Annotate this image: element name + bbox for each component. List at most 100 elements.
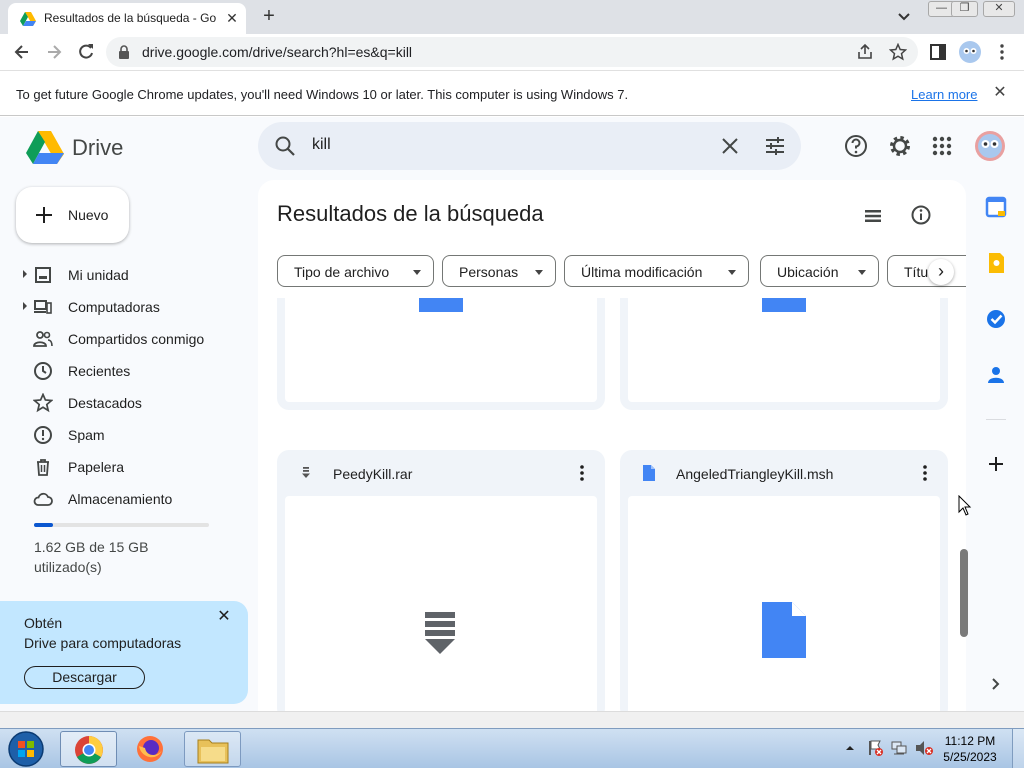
file-card[interactable]	[277, 298, 605, 410]
folder-icon	[197, 739, 229, 764]
network-icon[interactable]	[890, 739, 908, 757]
new-tab-button[interactable]: +	[258, 6, 280, 28]
help-icon[interactable]	[843, 133, 869, 159]
clock-icon	[34, 362, 52, 380]
lock-icon	[119, 45, 129, 59]
file-preview	[285, 496, 597, 711]
nav-item-computers[interactable]: Computadoras	[0, 291, 250, 323]
more-options-icon[interactable]	[914, 462, 936, 484]
clock-time[interactable]: 11:12 PM	[940, 734, 1000, 748]
keep-icon[interactable]	[983, 250, 1009, 276]
bookmark-star-icon[interactable]	[889, 43, 907, 61]
nav-item-starred[interactable]: Destacados	[0, 387, 250, 419]
share-icon[interactable]	[856, 43, 874, 61]
computers-icon	[34, 300, 52, 314]
my-drive-icon	[35, 267, 51, 283]
taskbar-chrome[interactable]	[60, 731, 117, 767]
nav-item-shared[interactable]: Compartidos conmigo	[0, 323, 250, 355]
clear-search-icon[interactable]	[720, 136, 740, 156]
learn-more-link[interactable]: Learn more	[911, 87, 977, 102]
drive-logo-icon[interactable]	[26, 130, 64, 164]
drive-search-bar[interactable]: kill	[258, 122, 801, 170]
plus-icon	[36, 207, 52, 223]
file-card[interactable]	[620, 298, 948, 410]
back-arrow-icon[interactable]	[12, 42, 32, 62]
nav-item-label: Papelera	[68, 459, 125, 475]
maximize-button[interactable]: ❐	[951, 1, 978, 17]
search-input[interactable]: kill	[312, 136, 331, 154]
horizontal-scrollbar[interactable]	[0, 711, 1024, 728]
promo-title: Obtén	[24, 615, 63, 631]
dropdown-caret-icon	[858, 270, 866, 275]
nav-item-my-drive[interactable]: Mi unidad	[0, 259, 250, 291]
tasks-icon[interactable]	[983, 306, 1009, 332]
drive-logo-text[interactable]: Drive	[72, 135, 123, 161]
forward-arrow-icon[interactable]	[44, 42, 64, 62]
filter-label: Personas	[459, 264, 519, 280]
taskbar-firefox[interactable]	[122, 731, 179, 767]
address-bar[interactable]: drive.google.com/drive/search?hl=es&q=ki…	[106, 37, 918, 67]
reload-icon[interactable]	[76, 42, 96, 62]
chrome-icon	[75, 736, 103, 764]
nav-item-storage[interactable]: Almacenamiento	[0, 483, 250, 515]
account-avatar-icon[interactable]	[974, 130, 1006, 162]
calendar-icon[interactable]	[983, 194, 1009, 220]
contacts-icon[interactable]	[983, 362, 1009, 388]
browser-toolbar: drive.google.com/drive/search?hl=es&q=ki…	[0, 34, 1024, 70]
new-button-label: Nuevo	[68, 207, 109, 223]
nav-item-label: Almacenamiento	[68, 491, 173, 507]
browser-tab[interactable]: Resultados de la búsqueda - Goo ✕	[8, 3, 246, 34]
infobar-close-icon[interactable]: ✕	[990, 83, 1010, 103]
cloud-icon	[33, 492, 53, 506]
apps-grid-icon[interactable]	[929, 133, 955, 159]
windows-start-button-icon[interactable]	[6, 730, 46, 768]
new-button[interactable]: Nuevo	[16, 187, 129, 243]
filter-file-type[interactable]: Tipo de archivo	[277, 255, 434, 287]
search-options-icon[interactable]	[764, 136, 786, 156]
vertical-scrollbar-thumb[interactable]	[960, 549, 968, 637]
filter-people[interactable]: Personas	[442, 255, 556, 287]
more-options-icon[interactable]	[571, 462, 593, 484]
expand-side-panel-chevron-icon[interactable]	[983, 671, 1009, 697]
details-info-icon[interactable]	[910, 204, 932, 226]
nav-item-trash[interactable]: Papelera	[0, 451, 250, 483]
promo-subtitle: Drive para computadoras	[24, 635, 182, 651]
clock-date[interactable]: 5/25/2023	[940, 750, 1000, 764]
side-panel-divider	[986, 419, 1006, 420]
trash-icon	[37, 459, 49, 476]
nav-item-recent[interactable]: Recientes	[0, 355, 250, 387]
expand-arrow-icon[interactable]	[23, 302, 27, 310]
tab-close-icon[interactable]: ✕	[222, 8, 242, 28]
profile-avatar-icon[interactable]	[958, 40, 982, 64]
nav-item-label: Spam	[68, 427, 105, 443]
list-view-icon[interactable]	[863, 206, 883, 226]
add-addon-plus-icon[interactable]	[983, 451, 1009, 477]
action-center-flag-icon[interactable]	[866, 739, 884, 757]
page-title: Resultados de la búsqueda	[277, 201, 544, 226]
filters-scroll-right-button[interactable]: ›	[928, 259, 954, 285]
show-hidden-icons-icon[interactable]	[844, 742, 856, 754]
nav-item-spam[interactable]: Spam	[0, 419, 250, 451]
windows-taskbar: 11:12 PM 5/25/2023	[0, 728, 1024, 768]
storage-usage-bar	[34, 523, 209, 527]
search-icon[interactable]	[274, 135, 296, 157]
promo-close-icon[interactable]: ✕	[214, 607, 234, 627]
filter-last-modified[interactable]: Última modificación	[564, 255, 749, 287]
chrome-menu-icon[interactable]	[992, 42, 1012, 62]
filter-location[interactable]: Ubicación	[760, 255, 879, 287]
expand-arrow-icon[interactable]	[23, 270, 27, 278]
document-file-icon	[643, 465, 655, 481]
close-window-button[interactable]: ✕	[983, 1, 1015, 17]
settings-gear-icon[interactable]	[887, 133, 913, 159]
filter-title[interactable]: Títu	[887, 255, 966, 287]
file-preview-graphic	[419, 298, 463, 312]
tab-search-chevron-icon[interactable]	[894, 8, 914, 26]
taskbar-explorer[interactable]	[184, 731, 241, 767]
file-card-peedykill[interactable]: PeedyKill.rar	[277, 450, 605, 711]
show-desktop-button[interactable]	[1012, 729, 1024, 768]
file-card-angeledtriangleykill[interactable]: AngeledTriangleyKill.msh	[620, 450, 948, 711]
volume-muted-icon[interactable]	[914, 739, 934, 757]
filter-label: Ubicación	[777, 264, 839, 280]
side-panel-icon[interactable]	[928, 42, 948, 62]
download-button[interactable]: Descargar	[24, 666, 145, 689]
